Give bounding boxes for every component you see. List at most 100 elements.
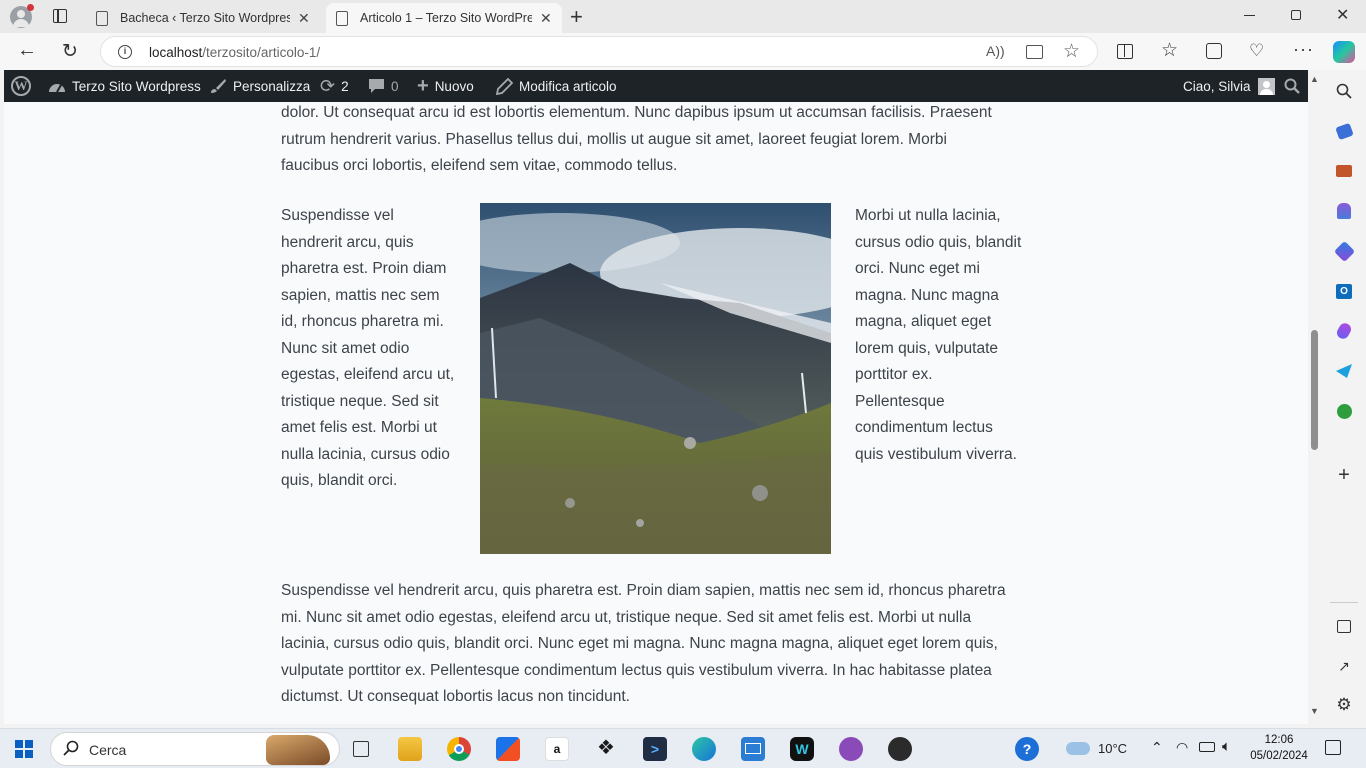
avatar (1257, 77, 1275, 95)
mail-icon[interactable] (741, 737, 765, 761)
scroll-up-arrow-icon[interactable]: ▲ (1310, 74, 1319, 84)
close-tab-icon[interactable]: ✕ (298, 10, 310, 27)
text-line: tristique neque. Sed sit (281, 392, 439, 410)
tab-dashboard[interactable]: Bacheca ‹ Terzo Sito Wordpress — WordPre… (86, 3, 322, 33)
site-name-label: Terzo Sito Wordpress (72, 78, 201, 94)
text-line: Pellentesque (855, 392, 945, 410)
search-highlight-pie-image (266, 735, 330, 765)
github-icon[interactable] (888, 737, 912, 761)
browser-toolbar: ← ↻ i localhost/terzosito/articolo-1/ A)… (0, 33, 1366, 70)
outlook-icon[interactable]: O (1335, 282, 1353, 300)
hide-sidebar-icon[interactable] (1335, 617, 1353, 635)
scrollbar-thumb[interactable] (1311, 330, 1318, 450)
text-line: sapien, mattis nec sem (281, 286, 440, 304)
bottom-paragraph: Suspendisse vel hendrerit arcu, quis pha… (281, 578, 1041, 711)
notifications-icon[interactable] (1325, 740, 1341, 755)
minimize-icon[interactable] (1244, 15, 1255, 16)
wp-customize-item[interactable]: Personalizza (209, 70, 310, 102)
browser-essentials-icon[interactable]: ♡ (1249, 41, 1264, 61)
page-scrollbar[interactable]: ▲ ▼ (1308, 70, 1322, 724)
show-hidden-icons-chevron-icon[interactable]: ⌃ (1151, 739, 1163, 756)
mountain-landscape-image (480, 203, 831, 554)
scroll-down-arrow-icon[interactable]: ▼ (1310, 706, 1319, 716)
text-line: amet felis est. Morbi ut (281, 419, 437, 436)
copilot-icon[interactable] (1333, 41, 1355, 63)
sidebar-settings-gear-icon[interactable]: ⚙ (1335, 695, 1353, 714)
shopping-tag-icon[interactable] (1334, 122, 1354, 140)
address-bar[interactable]: i localhost/terzosito/articolo-1/ A)) ☆ (100, 36, 1098, 67)
wp-admin-bar: W Terzo Sito Wordpress Personalizza ⟳ 2 … (4, 70, 1308, 102)
updates-refresh-icon: ⟳ (320, 75, 336, 96)
right-column-paragraph: Morbi ut nulla lacinia, cursus odio quis… (855, 203, 1045, 468)
weather-temperature[interactable]: 10°C (1098, 741, 1127, 756)
volume-icon[interactable]: 🔈︎ (1222, 738, 1231, 755)
chrome-icon[interactable] (447, 737, 471, 761)
app-available-icon[interactable] (1026, 45, 1043, 59)
windows-taskbar: Cerca a ❖ > W ? 10°C ⌃ ◠ 🔈︎ 12:06 05/02/… (0, 728, 1366, 768)
microsoft-store-icon[interactable] (496, 737, 520, 761)
designer-icon[interactable] (1334, 321, 1354, 341)
wp-site-name-item[interactable]: Terzo Sito Wordpress (48, 70, 201, 102)
wp-account-item[interactable]: Ciao, Silvia (1183, 70, 1275, 102)
help-icon[interactable]: ? (1015, 737, 1039, 761)
sidebar-search-icon[interactable] (1335, 82, 1353, 100)
tree-app-icon[interactable] (1335, 402, 1353, 420)
tools-briefcase-icon[interactable] (1335, 162, 1353, 180)
text-line: hendrerit arcu, quis (281, 233, 414, 251)
back-icon[interactable]: ← (17, 39, 37, 62)
github-desktop-icon[interactable] (839, 737, 863, 761)
taskbar-search-box[interactable]: Cerca (50, 732, 340, 766)
restore-icon[interactable] (1291, 10, 1301, 20)
powershell-icon[interactable]: > (643, 737, 667, 761)
new-tab-icon[interactable]: + (570, 4, 583, 30)
url-text: localhost/terzosito/articolo-1/ (149, 45, 320, 60)
greeting-label: Ciao, Silvia (1183, 78, 1251, 94)
text-line: magna, aliquet eget (855, 313, 992, 330)
page-viewport: dolor. Ut consequat arcu id est lobortis… (4, 102, 1308, 724)
games-chess-icon[interactable] (1335, 202, 1353, 220)
wordpress-logo-icon[interactable]: W (11, 70, 31, 102)
wp-updates-item[interactable]: ⟳ 2 (320, 70, 349, 102)
wp-comments-item[interactable]: 0 (368, 70, 399, 102)
close-tab-icon[interactable]: ✕ (540, 10, 552, 27)
add-sidebar-app-icon[interactable]: + (1335, 464, 1353, 486)
search-placeholder: Cerca (89, 742, 127, 758)
site-info-icon[interactable]: i (118, 45, 132, 59)
read-aloud-icon[interactable]: A)) (986, 43, 1005, 59)
comment-bubble-icon (368, 78, 385, 94)
text-line: quis, blandit orci. (281, 472, 398, 489)
wp-search-icon[interactable] (1284, 70, 1300, 102)
tab-actions-icon[interactable] (53, 9, 67, 23)
close-window-icon[interactable]: ✕ (1336, 5, 1349, 25)
cloud-weather-icon (1066, 742, 1090, 755)
favorite-star-icon[interactable]: ☆ (1063, 40, 1080, 63)
profile-avatar-icon[interactable] (10, 4, 34, 28)
text-line: condimentum lectus (855, 419, 993, 436)
microsoft-365-icon[interactable] (1333, 240, 1355, 262)
open-external-icon[interactable]: ↗ (1335, 657, 1353, 675)
tab-label: Articolo 1 – Terzo Sito WordPress (360, 11, 532, 25)
search-icon (63, 740, 79, 761)
wifi-icon[interactable]: ◠ (1176, 739, 1188, 756)
amazon-icon[interactable]: a (545, 737, 569, 761)
webex-icon[interactable]: W (790, 737, 814, 761)
windows-start-icon[interactable] (15, 740, 33, 758)
wp-new-item[interactable]: + Nuovo (417, 70, 474, 102)
clock-date: 05/02/2024 (1250, 750, 1308, 762)
battery-icon[interactable] (1199, 742, 1215, 752)
wp-edit-post-item[interactable]: Modifica articolo (496, 70, 617, 102)
settings-more-icon[interactable]: ··· (1293, 39, 1314, 60)
text-line: dolor. Ut consequat arcu id est lobortis… (281, 104, 992, 121)
text-line: porttitor ex. (855, 366, 933, 383)
edge-icon[interactable] (692, 737, 716, 761)
file-explorer-icon[interactable] (398, 737, 422, 761)
refresh-icon[interactable]: ↻ (62, 40, 78, 63)
task-view-icon[interactable] (349, 737, 373, 761)
split-screen-icon[interactable] (1117, 44, 1133, 59)
dropbox-icon[interactable]: ❖ (594, 737, 618, 761)
favorites-icon[interactable]: ☆ (1161, 39, 1178, 62)
collections-icon[interactable] (1206, 43, 1222, 59)
send-paper-plane-icon[interactable] (1335, 362, 1353, 380)
tab-article[interactable]: Articolo 1 – Terzo Sito WordPress ✕ (326, 3, 562, 33)
clock[interactable]: 12:06 05/02/2024 (1244, 732, 1314, 764)
